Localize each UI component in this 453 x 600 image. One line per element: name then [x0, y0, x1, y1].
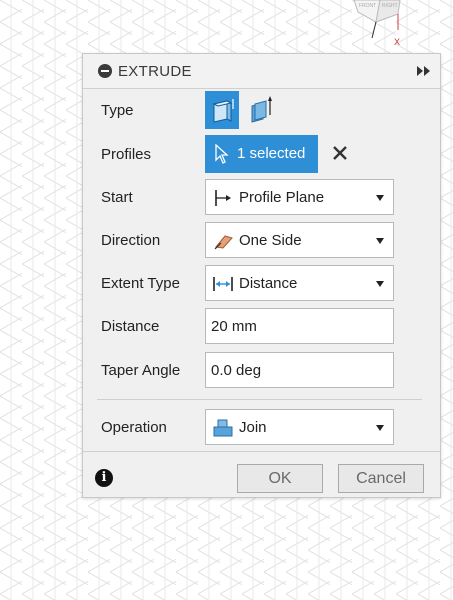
chevron-down-icon	[376, 281, 384, 287]
profiles-value: 1 selected	[237, 145, 306, 162]
join-icon	[213, 419, 233, 437]
viewcube-axis-line	[371, 21, 377, 39]
ok-button[interactable]: OK	[237, 464, 323, 493]
dialog-title: EXTRUDE	[118, 63, 192, 80]
distance-icon	[213, 277, 233, 291]
viewcube-x-axis-label: X	[394, 37, 400, 47]
clear-selection-icon[interactable]	[332, 145, 348, 161]
type-solid-button[interactable]	[205, 91, 239, 129]
cursor-arrow-icon	[215, 144, 229, 164]
distance-value: 20 mm	[211, 318, 257, 335]
dialog-header: EXTRUDE	[83, 54, 440, 89]
profiles-label: Profiles	[101, 146, 152, 163]
direction-dropdown[interactable]: One Side	[205, 222, 394, 258]
type-thin-button[interactable]	[243, 91, 277, 129]
type-label: Type	[101, 102, 134, 119]
distance-label: Distance	[101, 318, 160, 335]
viewcube[interactable]: FRONT RIGHT X	[350, 0, 420, 50]
viewcube-front-label: FRONT	[359, 3, 376, 9]
profile-plane-icon	[215, 190, 231, 206]
direction-label: Direction	[101, 232, 161, 249]
thin-extrude-icon	[251, 96, 272, 123]
taper-angle-label: Taper Angle	[101, 362, 181, 379]
taper-angle-value: 0.0 deg	[211, 362, 262, 379]
collapse-icon[interactable]	[98, 64, 112, 78]
extent-type-label: Extent Type	[101, 275, 180, 292]
operation-dropdown[interactable]: Join	[205, 409, 394, 445]
extrude-dialog: EXTRUDE Type Profiles 1 selected Start P…	[82, 53, 441, 498]
one-side-icon	[214, 235, 233, 250]
viewcube-right-label: RIGHT	[382, 3, 398, 9]
chevron-down-icon	[376, 238, 384, 244]
start-value: Profile Plane	[239, 189, 325, 206]
extent-type-value: Distance	[239, 275, 298, 292]
start-dropdown[interactable]: Profile Plane	[205, 179, 394, 215]
operation-label: Operation	[101, 419, 167, 436]
solid-extrude-icon	[212, 99, 234, 123]
footer-divider	[83, 451, 440, 452]
info-icon[interactable]: i	[95, 469, 113, 487]
distance-input[interactable]: 20 mm	[205, 308, 394, 344]
section-divider	[97, 399, 422, 400]
start-label: Start	[101, 189, 133, 206]
chevron-down-icon	[376, 195, 384, 201]
cancel-button[interactable]: Cancel	[338, 464, 424, 493]
expand-panel-icon[interactable]	[416, 65, 432, 77]
chevron-down-icon	[376, 425, 384, 431]
direction-value: One Side	[239, 232, 302, 249]
operation-value: Join	[239, 419, 267, 436]
profiles-select-button[interactable]: 1 selected	[205, 135, 318, 173]
extent-type-dropdown[interactable]: Distance	[205, 265, 394, 301]
taper-angle-input[interactable]: 0.0 deg	[205, 352, 394, 388]
